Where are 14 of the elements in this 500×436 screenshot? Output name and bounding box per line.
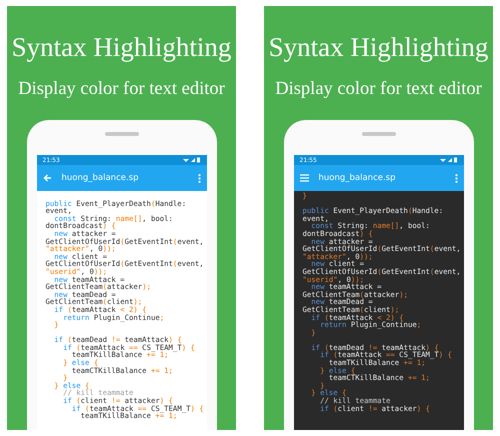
panel-subtitle: Display color for text editor (18, 78, 225, 100)
panel-subtitle: Display color for text editor (275, 78, 482, 100)
status-icons (182, 157, 200, 163)
status-icons (440, 157, 458, 163)
speaker-slot (362, 132, 396, 136)
file-name: huong_balance.sp (62, 173, 140, 183)
back-arrow-icon[interactable] (42, 174, 52, 182)
more-options-icon[interactable] (454, 174, 458, 182)
menu-icon[interactable] (300, 174, 308, 182)
more-options-icon[interactable] (198, 174, 200, 182)
speaker-slot (104, 132, 138, 136)
file-name: huong_balance.sp (318, 173, 396, 183)
panel-title: Syntax Highlighting (12, 32, 232, 62)
panel-title: Syntax Highlighting (268, 32, 488, 62)
